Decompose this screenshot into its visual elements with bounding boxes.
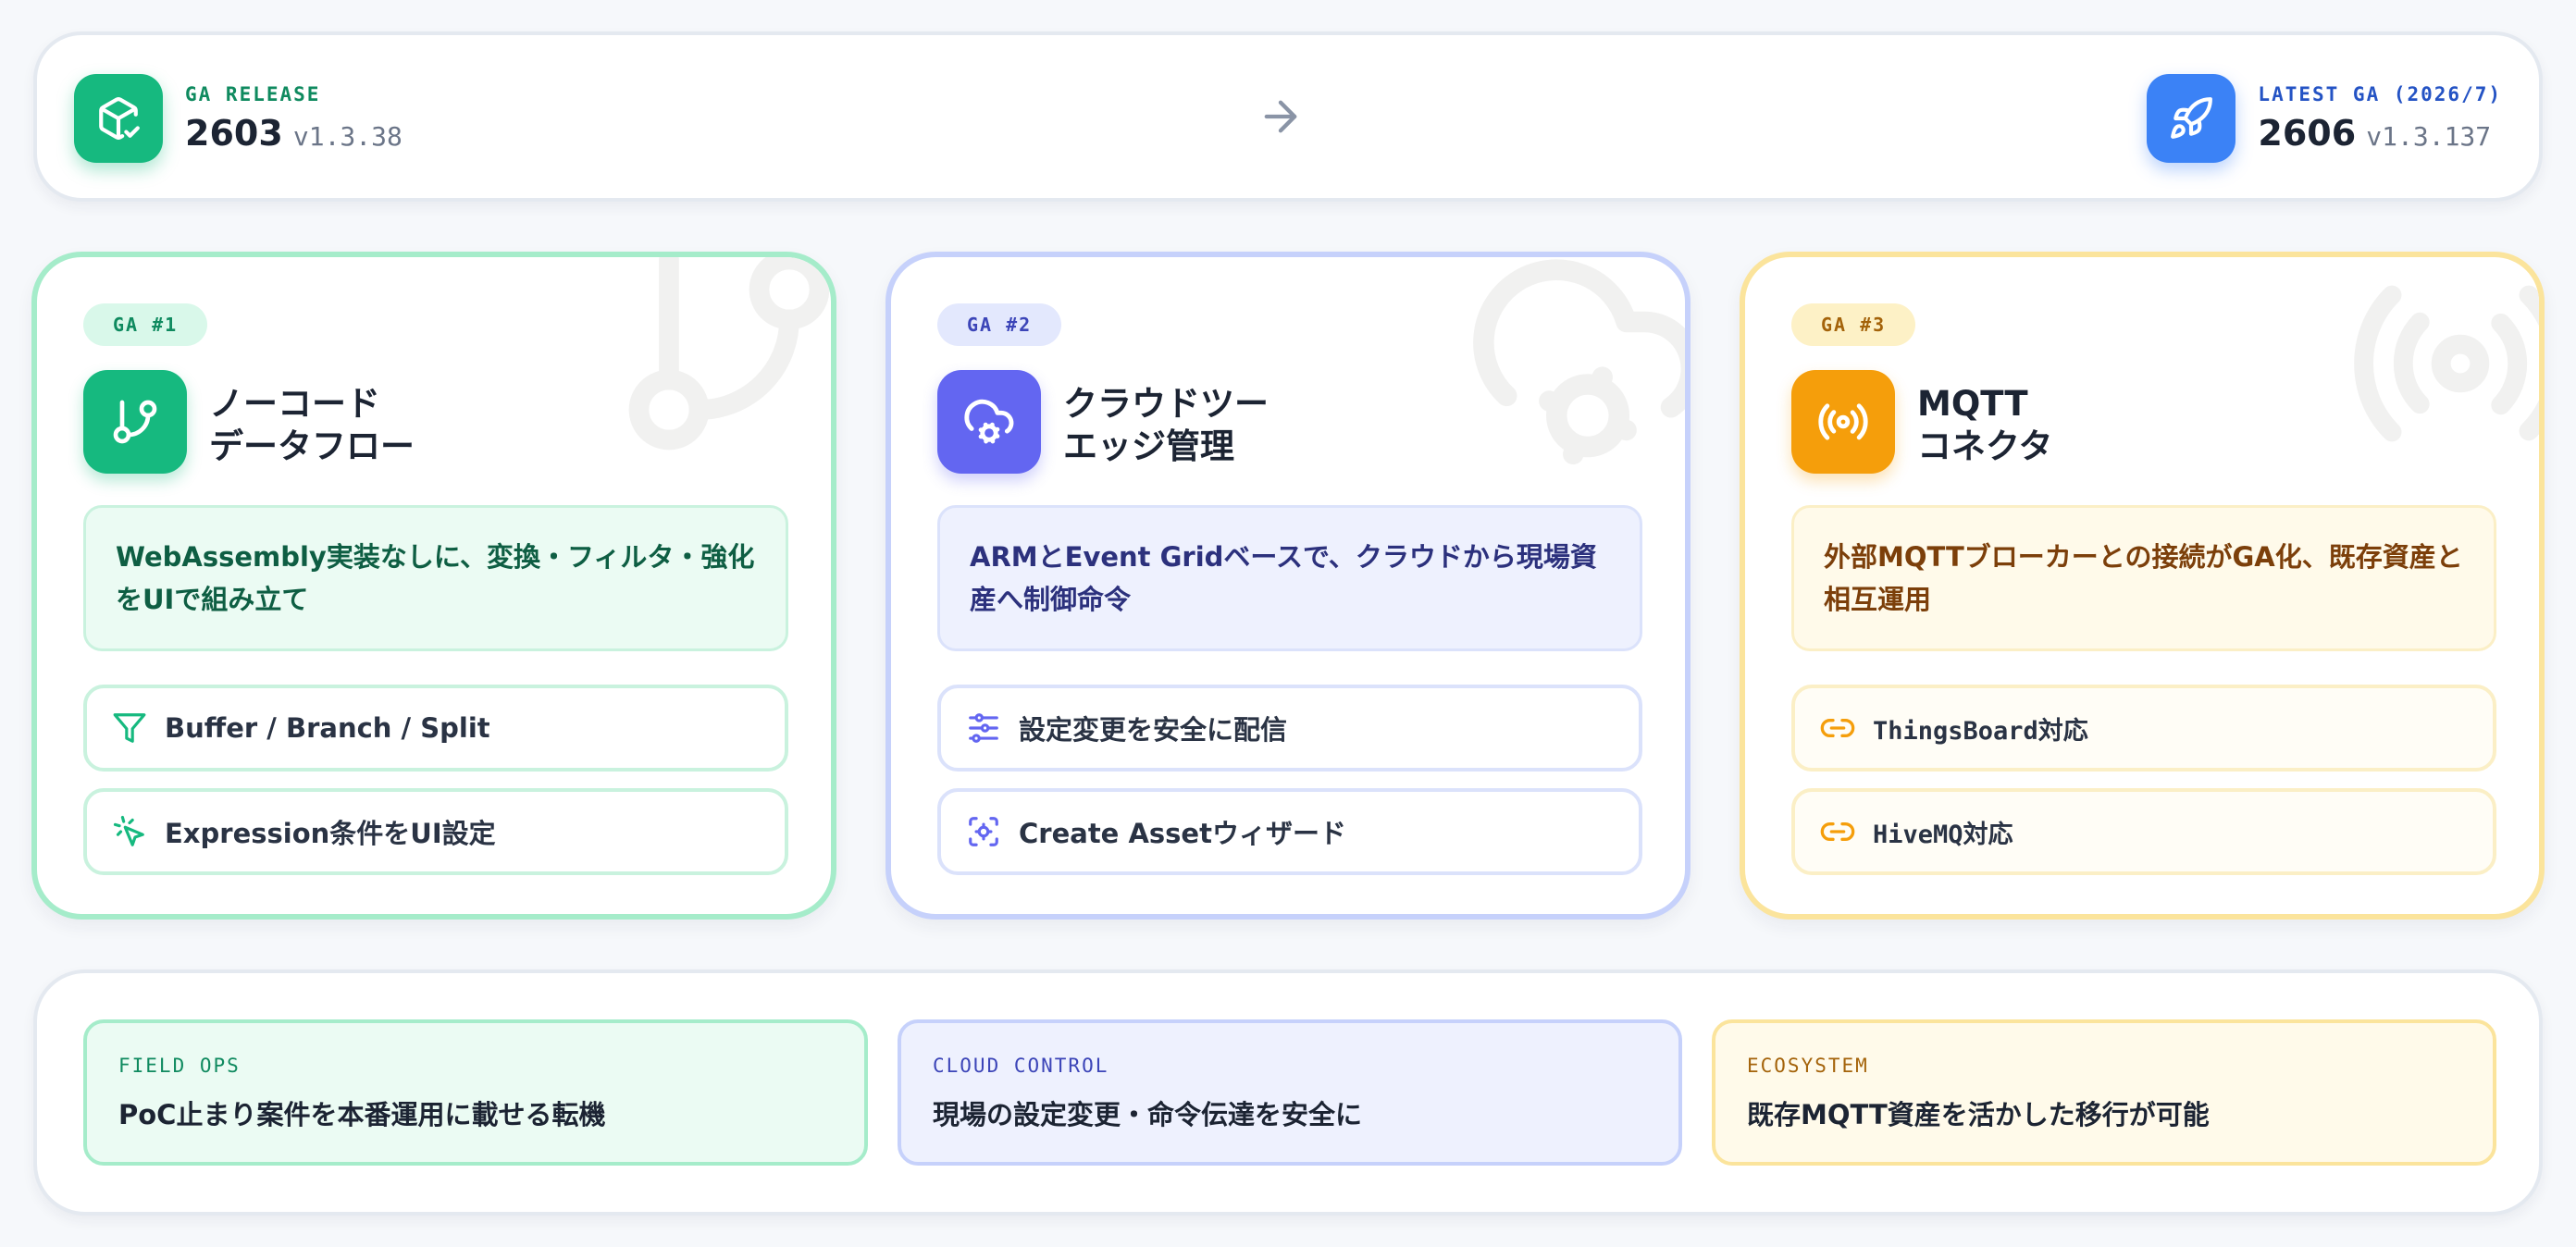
card-badge: GA #1 (83, 303, 208, 346)
impact-kicker: ECOSYSTEM (1747, 1055, 1869, 1077)
cloud-cog-watermark-icon (1473, 259, 1685, 465)
feature-label: 設定変更を安全に配信 (1019, 714, 1288, 746)
card-title-line2: データフロー (209, 426, 415, 466)
feature-card-dataflow: GA #1 ノーコード データフロー WebAssembly実装なしに、変換・フ… (31, 252, 836, 920)
feature-label: Buffer / Branch / Split (165, 712, 490, 744)
filter-icon (111, 710, 148, 747)
cursor-click-icon (111, 813, 148, 850)
impact-panel: FIELD OPS PoC止まり案件を本番運用に載せる転機 CLOUD CONT… (33, 969, 2543, 1216)
impact-cloud-control: CLOUD CONTROL 現場の設定変更・命令伝達を安全に (898, 1019, 1682, 1166)
card-description: 外部MQTTブローカーとの接続がGA化、既存資産と相互運用 (1791, 505, 2496, 651)
release-from-kicker: GA RELEASE (185, 83, 321, 105)
card-badge: GA #2 (937, 303, 1062, 346)
release-to: LATEST GA (2026/7) 2606 v1.3.137 (2147, 74, 2502, 163)
impact-text: 現場の設定変更・命令伝達を安全に (933, 1099, 1363, 1130)
card-title-line1: クラウドツー (1063, 384, 1269, 424)
card-title-line1: ノーコード (209, 384, 380, 424)
feature-card-cloud-edge: GA #2 クラウドツー エッジ管理 ARMとEvent Gridベースで、クラ… (886, 252, 1690, 920)
feature-label: Expression条件をUI設定 (165, 818, 496, 849)
feature-item: 設定変更を安全に配信 (937, 685, 1642, 772)
cloud-cog-icon (937, 370, 1041, 474)
broadcast-icon (1791, 370, 1895, 474)
feature-label: HiveMQ対応 (1873, 820, 2013, 849)
card-title-line1: MQTT (1917, 384, 2028, 424)
impact-field-ops: FIELD OPS PoC止まり案件を本番運用に載せる転機 (83, 1019, 868, 1166)
feature-item: Buffer / Branch / Split (83, 685, 788, 772)
impact-kicker: FIELD OPS (118, 1055, 241, 1077)
link-icon (1819, 710, 1856, 747)
impact-ecosystem: ECOSYSTEM 既存MQTT資産を活かした移行が可能 (1712, 1019, 2496, 1166)
release-from-number: 2603 (185, 113, 283, 154)
sliders-icon (965, 710, 1002, 747)
link-icon (1819, 813, 1856, 850)
release-to-version: v1.3.137 (2366, 121, 2492, 152)
impact-text: PoC止まり案件を本番運用に載せる転機 (118, 1099, 606, 1130)
feature-item: HiveMQ対応 (1791, 788, 2496, 875)
arrow-right-icon (1264, 100, 1297, 133)
impact-text: 既存MQTT資産を活かした移行が可能 (1747, 1099, 2210, 1130)
release-to-kicker: LATEST GA (2026/7) (2258, 83, 2502, 105)
feature-label: ThingsBoard対応 (1873, 716, 2088, 746)
card-title: クラウドツー エッジ管理 (1063, 383, 1269, 468)
card-title: MQTT コネクタ (1917, 383, 2053, 468)
git-branch-watermark-icon (628, 257, 830, 451)
asset-scan-icon (965, 813, 1002, 850)
card-badge: GA #3 (1791, 303, 1916, 346)
feature-item: Create Assetウィザード (937, 788, 1642, 875)
card-title-line2: エッジ管理 (1063, 426, 1234, 466)
card-title-line2: コネクタ (1917, 426, 2053, 466)
git-branch-icon (83, 370, 187, 474)
feature-label: Create Assetウィザード (1019, 818, 1346, 849)
card-title: ノーコード データフロー (209, 383, 415, 468)
rocket-icon (2147, 74, 2236, 163)
release-to-number: 2606 (2258, 113, 2357, 154)
impact-kicker: CLOUD CONTROL (933, 1055, 1109, 1077)
broadcast-watermark-icon (2354, 285, 2539, 442)
release-from-version: v1.3.38 (292, 121, 402, 152)
feature-item: Expression条件をUI設定 (83, 788, 788, 875)
release-bar: GA RELEASE 2603 v1.3.38 LATEST GA (2026/… (33, 31, 2543, 202)
card-description: ARMとEvent Gridベースで、クラウドから現場資産へ制御命令 (937, 505, 1642, 651)
package-check-icon (74, 74, 163, 163)
feature-item: ThingsBoard対応 (1791, 685, 2496, 772)
release-from: GA RELEASE 2603 v1.3.38 (74, 74, 402, 163)
card-description: WebAssembly実装なしに、変換・フィルタ・強化をUIで組み立て (83, 505, 788, 651)
feature-card-mqtt: GA #3 MQTT コネクタ 外部MQTTブローカーとの接続がGA化、既存資産… (1740, 252, 2545, 920)
